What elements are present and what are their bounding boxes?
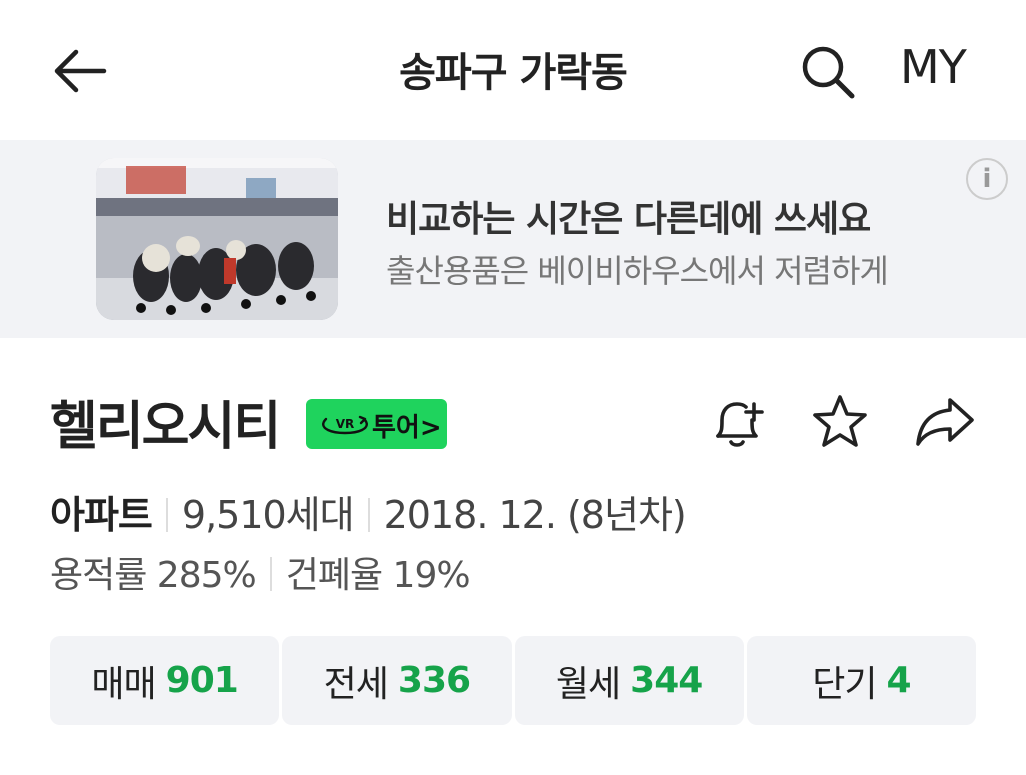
complex-summary: 아파트 9,510세대 2018. 12. (8년차)	[50, 484, 687, 539]
vr-icon: VR	[320, 411, 370, 437]
property-type: 아파트	[50, 493, 153, 537]
tab-count: 344	[630, 660, 703, 701]
complex-name: 헬리오시티	[50, 397, 281, 457]
star-favorite-icon[interactable]	[810, 392, 870, 452]
search-icon[interactable]	[800, 44, 856, 100]
ad-title[interactable]: 비교하는 시간은 다른데에 쓰세요	[386, 190, 871, 242]
ad-banner[interactable]: 비교하는 시간은 다른데에 쓰세요 출산용품은 베이비하우스에서 저렴하게	[0, 140, 1026, 338]
tab-sale[interactable]: 매매 901	[50, 636, 280, 725]
household-count: 9,510세대	[181, 493, 355, 537]
page-title: 송파구 가락동	[399, 50, 628, 96]
tab-jeonse[interactable]: 전세 336	[282, 636, 512, 725]
tab-count: 4	[886, 660, 911, 701]
tab-label: 전세	[323, 663, 389, 705]
tab-monthly-rent[interactable]: 월세 344	[514, 636, 744, 725]
divider	[165, 497, 168, 532]
built-date: 2018. 12. (8년차)	[383, 493, 687, 537]
alert-add-icon[interactable]	[708, 392, 768, 452]
building-coverage-ratio: 건폐율 19%	[285, 555, 471, 596]
ad-subtitle[interactable]: 출산용품은 베이비하우스에서 저렴하게	[386, 246, 889, 292]
tab-short-term[interactable]: 단기 4	[746, 636, 976, 725]
floor-area-ratio: 용적률 285%	[50, 555, 257, 596]
divider	[367, 497, 370, 532]
divider	[269, 557, 272, 591]
tab-count: 901	[165, 660, 239, 701]
vr-tour-label: 투어>	[372, 413, 442, 443]
share-icon[interactable]	[914, 392, 974, 452]
deal-type-tabs: 매매 901 전세 336 월세 344 단기 4	[50, 636, 976, 725]
top-bar: 송파구 가락동 MY	[0, 0, 1026, 138]
tab-label: 매매	[91, 663, 156, 705]
tab-label: 월세	[555, 663, 621, 705]
tab-count: 336	[397, 660, 471, 701]
vr-badge-text: VR	[336, 417, 355, 431]
tab-label: 단기	[812, 663, 877, 705]
vr-tour-button[interactable]: VR 투어>	[306, 399, 447, 449]
ad-info-icon[interactable]: i	[966, 158, 1008, 200]
complex-ratios: 용적률 285% 건폐율 19%	[50, 546, 471, 598]
ad-store-image[interactable]	[96, 158, 338, 320]
my-page-button[interactable]: MY	[900, 40, 967, 94]
